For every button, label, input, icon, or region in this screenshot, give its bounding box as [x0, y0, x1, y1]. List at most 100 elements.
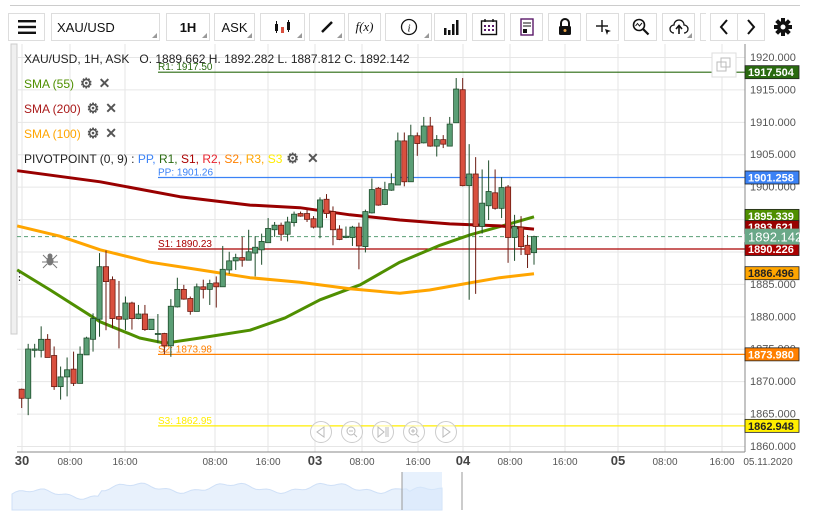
pivot-levels: PP, R1, S1, R2, S2, R3, S3: [138, 152, 283, 166]
x-tick-label: 05: [611, 453, 625, 468]
legend-pivotpoint: PIVOTPOINT (0, 9) : PP, R1, S1, R2, S2, …: [24, 150, 319, 167]
pan-left-button[interactable]: [310, 421, 332, 443]
navigator[interactable]: [11, 472, 802, 512]
candle-body: [187, 298, 194, 312]
reset-button[interactable]: [372, 421, 394, 443]
candle-body: [414, 135, 421, 144]
navigator-selection[interactable]: [402, 472, 442, 510]
candle-body: [433, 139, 440, 147]
candle-body: [252, 246, 259, 254]
candle-body: [193, 286, 200, 312]
pivot-price-tag: 1873.980: [748, 349, 794, 361]
candle-body: [77, 353, 84, 384]
candle-body: [83, 337, 90, 356]
candle: [375, 186, 382, 206]
pan-right-button[interactable]: [435, 421, 457, 443]
candle-body: [122, 302, 129, 320]
sma55-label: SMA (55): [24, 76, 75, 91]
candle: [148, 318, 155, 330]
candle-body: [141, 313, 148, 330]
legend-sma200: SMA (200) ⚙ ✕: [24, 100, 117, 117]
pivot-level-label: R1,: [158, 151, 181, 166]
candle-body: [245, 251, 252, 261]
sma100-settings-gear-icon[interactable]: ⚙: [87, 125, 100, 142]
pivot-price-tag: 1917.504: [748, 67, 795, 79]
x-tick-label: 16:00: [709, 457, 734, 468]
sma-price-tag: 1886.496: [748, 268, 794, 280]
candle-body: [103, 266, 110, 283]
candle-body: [323, 198, 330, 214]
candle-body: [401, 140, 408, 183]
candle-body: [31, 348, 38, 351]
candle-body: [115, 316, 122, 320]
zoom-out-button[interactable]: [341, 421, 363, 443]
y-tick-label: 1865.000: [750, 409, 796, 421]
candle-body: [57, 376, 64, 388]
x-tick-label: 03: [308, 453, 322, 468]
panel-drag-handle[interactable]: ⋮: [14, 271, 25, 283]
candle-body: [304, 213, 311, 220]
candle-body: [51, 355, 58, 388]
candle-body: [368, 189, 375, 214]
ohlc-readout: XAU/USD, 1H, ASK O. 1889.662 H. 1892.282…: [24, 52, 410, 66]
sma55-settings-gear-icon[interactable]: ⚙: [80, 75, 93, 92]
price-chart[interactable]: R1: 1917.50PP: 1901.26S1: 1890.23S2: 187…: [0, 0, 813, 518]
candle-body: [375, 187, 382, 206]
candle-body: [167, 305, 174, 347]
pivot-level-label: S2,: [224, 151, 246, 166]
y-tick-label: 1920.000: [750, 52, 796, 64]
candle-body: [297, 213, 304, 217]
candle-body: [420, 125, 427, 144]
x-tick-label: 16:00: [552, 457, 577, 468]
candle-body: [407, 135, 414, 183]
pivot-line-label: PP: 1901.26: [158, 168, 213, 179]
pivot-level-label: PP,: [137, 151, 159, 166]
pivot-separator: :: [127, 151, 138, 166]
zoom-in-button[interactable]: [403, 421, 425, 443]
y-tick-label: 1885.000: [750, 279, 796, 291]
candle: [193, 283, 200, 312]
x-tick-label: 08:00: [652, 457, 677, 468]
candle-body: [180, 288, 187, 300]
pivot-level-label: S3: [267, 151, 283, 166]
pivot-label: PIVOTPOINT (0, 9): [24, 151, 128, 166]
candle-body: [472, 173, 479, 227]
candle-body: [466, 173, 473, 187]
candle-body: [206, 283, 213, 290]
candle-body: [64, 369, 71, 378]
candle-body: [524, 244, 531, 255]
x-tick-label: 08:00: [57, 457, 82, 468]
candle-body: [213, 282, 220, 288]
candle-body: [459, 89, 466, 187]
candle-body: [128, 302, 135, 319]
sma55-remove-close-icon[interactable]: ✕: [99, 75, 111, 92]
pivot-level-label: S1,: [180, 151, 203, 166]
pivot-price-tag: 1901.258: [748, 173, 794, 185]
candle: [401, 132, 408, 187]
candle-body: [18, 388, 25, 399]
y-tick-label: 1860.000: [750, 441, 796, 453]
sma200-settings-gear-icon[interactable]: ⚙: [87, 100, 100, 117]
sma100-remove-close-icon[interactable]: ✕: [105, 125, 117, 142]
candle-body: [453, 88, 460, 124]
candle-body: [258, 241, 265, 251]
pivot-settings-gear-icon[interactable]: ⚙: [286, 150, 299, 167]
x-tick-label: 16:00: [255, 457, 280, 468]
sma200-remove-close-icon[interactable]: ✕: [105, 100, 117, 117]
pivot-level-label: R3,: [245, 151, 268, 166]
candle-body: [135, 313, 142, 319]
popout-button[interactable]: [711, 52, 737, 78]
candle-body: [381, 189, 388, 205]
y-tick-label: 1870.000: [750, 376, 796, 388]
candle-body: [427, 125, 434, 147]
pivot-remove-close-icon[interactable]: ✕: [307, 150, 319, 167]
candle-body: [479, 202, 486, 227]
y-tick-label: 1905.000: [750, 149, 796, 161]
candle-body: [511, 226, 518, 238]
candle-body: [317, 199, 324, 228]
candle-body: [239, 257, 246, 261]
candle-body: [265, 228, 272, 244]
candle-body: [232, 257, 239, 262]
left-scroll-strip[interactable]: [10, 43, 18, 335]
y-tick-label: 1880.000: [750, 311, 796, 323]
